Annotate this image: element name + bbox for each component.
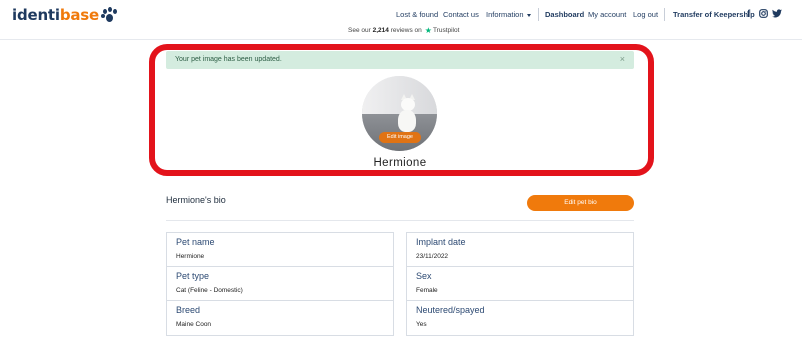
bio-field: Breed Maine Coon [167,301,393,335]
field-value: Female [416,287,438,294]
field-label: Pet name [176,237,215,247]
field-label: Pet type [176,271,210,281]
nav-information[interactable]: Information [486,10,531,19]
bio-panel-left: Pet name Hermione Pet type Cat (Feline -… [166,232,394,336]
bio-panel-right: Implant date 23/11/2022 Sex Female Neute… [406,232,634,336]
site-header: identibase Lost & found Contact us Infor… [0,0,802,40]
bio-field: Pet name Hermione [167,233,393,267]
bio-field: Neutered/spayed Yes [407,301,633,335]
trustpilot-brand: Trustpilot [432,27,460,34]
trustpilot-widget[interactable]: See our 2,214 reviews on ★Trustpilot [348,26,459,35]
trustpilot-count: 2,214 [372,27,389,34]
logo-text-part1: identi [12,6,60,24]
highlight-frame [149,44,654,176]
chevron-down-icon [526,13,531,17]
bio-field: Implant date 23/11/2022 [407,233,633,267]
nav-contact-us[interactable]: Contact us [443,10,479,19]
edit-pet-bio-button[interactable]: Edit pet bio [527,195,634,211]
identibase-logo[interactable]: identibase [12,6,118,24]
field-value: Cat (Feline - Domestic) [176,287,243,294]
field-label: Implant date [416,237,466,247]
field-value: Yes [416,321,427,328]
trustpilot-suffix: reviews on [390,27,422,34]
twitter-icon[interactable] [772,9,782,21]
field-value: Hermione [176,253,205,260]
trustpilot-star-icon: ★ [424,26,432,35]
nav-dashboard[interactable]: Dashboard [545,10,584,19]
field-label: Breed [176,305,201,315]
field-label: Sex [416,271,432,281]
bio-title: Hermione's bio [166,195,226,205]
nav-lost-found[interactable]: Lost & found [396,10,438,19]
nav-transfer-keepership[interactable]: Transfer of Keepership [673,10,755,19]
trustpilot-prefix: See our [348,27,371,34]
field-label: Neutered/spayed [416,305,485,315]
paw-icon [101,7,118,23]
logo-text-part2: base [59,6,100,24]
nav-information-label: Information [486,10,524,19]
field-value: 23/11/2022 [416,253,449,260]
nav-divider [538,8,539,21]
bio-field: Sex Female [407,267,633,301]
facebook-icon[interactable]: f [747,9,750,20]
nav-log-out[interactable]: Log out [633,10,658,19]
bio-field: Pet type Cat (Feline - Domestic) [167,267,393,301]
instagram-icon[interactable] [759,9,768,21]
nav-my-account[interactable]: My account [588,10,626,19]
nav-divider [664,8,665,21]
field-value: Maine Coon [176,321,212,328]
section-divider [166,220,634,221]
